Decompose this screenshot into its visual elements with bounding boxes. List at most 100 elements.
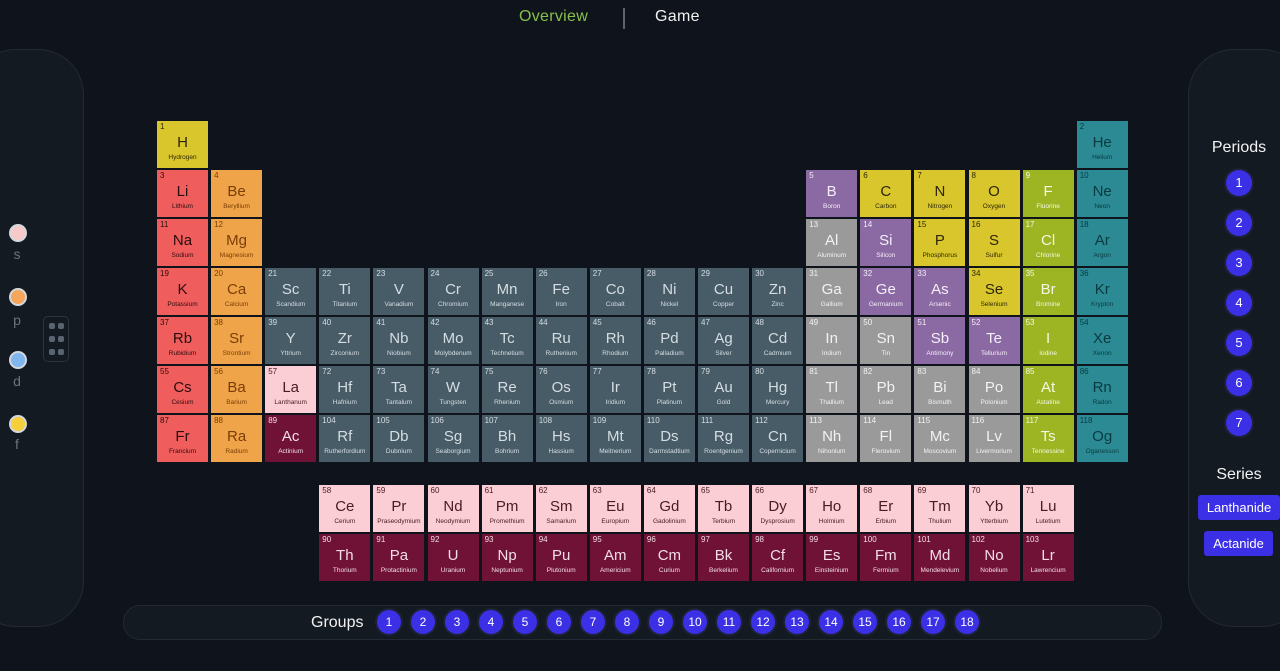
period-button-6[interactable]: 6 — [1226, 370, 1252, 396]
group-button-6[interactable]: 6 — [547, 610, 571, 634]
group-button-7[interactable]: 7 — [581, 610, 605, 634]
group-button-15[interactable]: 15 — [853, 610, 877, 634]
element-cell-mn[interactable]: 25 Mn Manganese — [481, 268, 533, 315]
element-cell-c[interactable]: 6 C Carbon — [860, 170, 912, 217]
element-cell-ni[interactable]: 28 Ni Nickel — [643, 268, 695, 315]
group-button-17[interactable]: 17 — [921, 610, 945, 634]
element-cell-sb[interactable]: 51 Sb Antimony — [914, 317, 966, 364]
element-cell-pd[interactable]: 46 Pd Palladium — [643, 317, 695, 364]
period-button-3[interactable]: 3 — [1226, 250, 1252, 276]
period-button-4[interactable]: 4 — [1226, 290, 1252, 316]
element-cell-v[interactable]: 23 V Vanadium — [373, 268, 425, 315]
element-cell-ti[interactable]: 22 Ti Titanium — [319, 268, 371, 315]
element-cell-re[interactable]: 75 Re Rhenium — [481, 366, 533, 413]
element-cell-nh[interactable]: 113 Nh Nihonium — [806, 415, 858, 462]
element-cell-ac[interactable]: 89 Ac Actinium — [265, 415, 317, 462]
element-cell-fe[interactable]: 26 Fe Iron — [535, 268, 587, 315]
element-cell-cm[interactable]: 96 Cm Curium — [643, 534, 695, 581]
element-cell-i[interactable]: 53 I Iodine — [1022, 317, 1074, 364]
element-cell-th[interactable]: 90 Th Thorium — [319, 534, 371, 581]
element-cell-tl[interactable]: 81 Tl Thallium — [806, 366, 858, 413]
element-cell-ru[interactable]: 44 Ru Ruthenium — [535, 317, 587, 364]
element-cell-dy[interactable]: 66 Dy Dysprosium — [752, 485, 804, 532]
element-cell-cs[interactable]: 55 Cs Cesium — [157, 366, 208, 413]
element-cell-tm[interactable]: 69 Tm Thulium — [914, 485, 966, 532]
element-cell-ag[interactable]: 47 Ag Silver — [698, 317, 749, 364]
element-cell-pm[interactable]: 61 Pm Promethium — [481, 485, 533, 532]
element-cell-rb[interactable]: 37 Rb Rubidium — [157, 317, 208, 364]
element-cell-co[interactable]: 27 Co Cobalt — [589, 268, 641, 315]
group-button-16[interactable]: 16 — [887, 610, 911, 634]
element-cell-zr[interactable]: 40 Zr Zirconium — [319, 317, 371, 364]
element-cell-er[interactable]: 68 Er Erbium — [860, 485, 912, 532]
element-cell-ne[interactable]: 10 Ne Neon — [1076, 170, 1128, 217]
group-button-3[interactable]: 3 — [445, 610, 469, 634]
element-cell-al[interactable]: 13 Al Aluminum — [806, 219, 858, 266]
period-button-2[interactable]: 2 — [1226, 210, 1252, 236]
element-cell-yb[interactable]: 70 Yb Ytterbium — [968, 485, 1020, 532]
element-cell-ce[interactable]: 58 Ce Cerium — [319, 485, 371, 532]
element-cell-na[interactable]: 11 Na Sodium — [157, 219, 208, 266]
f-block-dot[interactable] — [9, 415, 27, 433]
element-cell-cn[interactable]: 112 Cn Copernicium — [752, 415, 804, 462]
element-cell-no[interactable]: 102 No Nobelium — [968, 534, 1020, 581]
element-cell-sg[interactable]: 106 Sg Seaborgium — [427, 415, 479, 462]
element-cell-sn[interactable]: 50 Sn Tin — [860, 317, 912, 364]
element-cell-pr[interactable]: 59 Pr Praseodymium — [373, 485, 425, 532]
element-cell-w[interactable]: 74 W Tungsten — [427, 366, 479, 413]
element-cell-ta[interactable]: 73 Ta Tantalum — [373, 366, 425, 413]
element-cell-si[interactable]: 14 Si Silicon — [860, 219, 912, 266]
group-button-14[interactable]: 14 — [819, 610, 843, 634]
group-button-13[interactable]: 13 — [785, 610, 809, 634]
lanthanide-button[interactable]: Lanthanide — [1198, 495, 1280, 520]
s-block-dot[interactable] — [9, 224, 27, 242]
element-cell-bh[interactable]: 107 Bh Bohrium — [481, 415, 533, 462]
element-cell-cr[interactable]: 24 Cr Chromium — [427, 268, 479, 315]
element-cell-fm[interactable]: 100 Fm Fermium — [860, 534, 912, 581]
element-cell-po[interactable]: 84 Po Polonium — [968, 366, 1020, 413]
element-cell-lu[interactable]: 71 Lu Lutetium — [1022, 485, 1074, 532]
group-button-9[interactable]: 9 — [649, 610, 673, 634]
group-button-8[interactable]: 8 — [615, 610, 639, 634]
element-cell-pa[interactable]: 91 Pa Protactinium — [373, 534, 425, 581]
actanide-button[interactable]: Actanide — [1204, 531, 1273, 556]
element-cell-eu[interactable]: 63 Eu Europium — [589, 485, 641, 532]
element-cell-b[interactable]: 5 B Boron — [806, 170, 858, 217]
element-cell-ir[interactable]: 77 Ir Iridium — [589, 366, 641, 413]
element-cell-o[interactable]: 8 O Oxygen — [968, 170, 1020, 217]
group-button-10[interactable]: 10 — [683, 610, 707, 634]
element-cell-es[interactable]: 99 Es Einsteinium — [806, 534, 858, 581]
element-cell-rg[interactable]: 111 Rg Roentgenium — [698, 415, 749, 462]
element-cell-pb[interactable]: 82 Pb Lead — [860, 366, 912, 413]
element-cell-la[interactable]: 57 La Lanthanum — [265, 366, 317, 413]
element-cell-rf[interactable]: 104 Rf Rutherfordium — [319, 415, 371, 462]
group-button-4[interactable]: 4 — [479, 610, 503, 634]
element-cell-fr[interactable]: 87 Fr Francium — [157, 415, 208, 462]
element-cell-u[interactable]: 92 U Uranium — [427, 534, 479, 581]
element-cell-bk[interactable]: 97 Bk Berkelium — [698, 534, 749, 581]
element-cell-np[interactable]: 93 Np Neptunium — [481, 534, 533, 581]
group-button-2[interactable]: 2 — [411, 610, 435, 634]
element-cell-s[interactable]: 16 S Sulfur — [968, 219, 1020, 266]
element-cell-sr[interactable]: 38 Sr Strontium — [211, 317, 263, 364]
d-block-dot[interactable] — [9, 351, 27, 369]
element-cell-be[interactable]: 4 Be Beryllium — [211, 170, 263, 217]
element-cell-nb[interactable]: 41 Nb Niobium — [373, 317, 425, 364]
period-button-5[interactable]: 5 — [1226, 330, 1252, 356]
element-cell-mt[interactable]: 109 Mt Meitnerium — [589, 415, 641, 462]
element-cell-rn[interactable]: 86 Rn Radon — [1076, 366, 1128, 413]
element-cell-se[interactable]: 34 Se Selenium — [968, 268, 1020, 315]
element-cell-ga[interactable]: 31 Ga Gallium — [806, 268, 858, 315]
group-button-12[interactable]: 12 — [751, 610, 775, 634]
element-cell-lr[interactable]: 103 Lr Lawrencium — [1022, 534, 1074, 581]
element-cell-ge[interactable]: 32 Ge Germanium — [860, 268, 912, 315]
element-cell-ba[interactable]: 56 Ba Barium — [211, 366, 263, 413]
element-cell-pt[interactable]: 78 Pt Platinum — [643, 366, 695, 413]
group-button-18[interactable]: 18 — [955, 610, 979, 634]
element-cell-au[interactable]: 79 Au Gold — [698, 366, 749, 413]
element-cell-tb[interactable]: 65 Tb Terbium — [698, 485, 749, 532]
element-cell-xe[interactable]: 54 Xe Xenon — [1076, 317, 1128, 364]
element-cell-nd[interactable]: 60 Nd Neodymium — [427, 485, 479, 532]
period-button-7[interactable]: 7 — [1226, 410, 1252, 436]
element-cell-n[interactable]: 7 N Nitrogen — [914, 170, 966, 217]
